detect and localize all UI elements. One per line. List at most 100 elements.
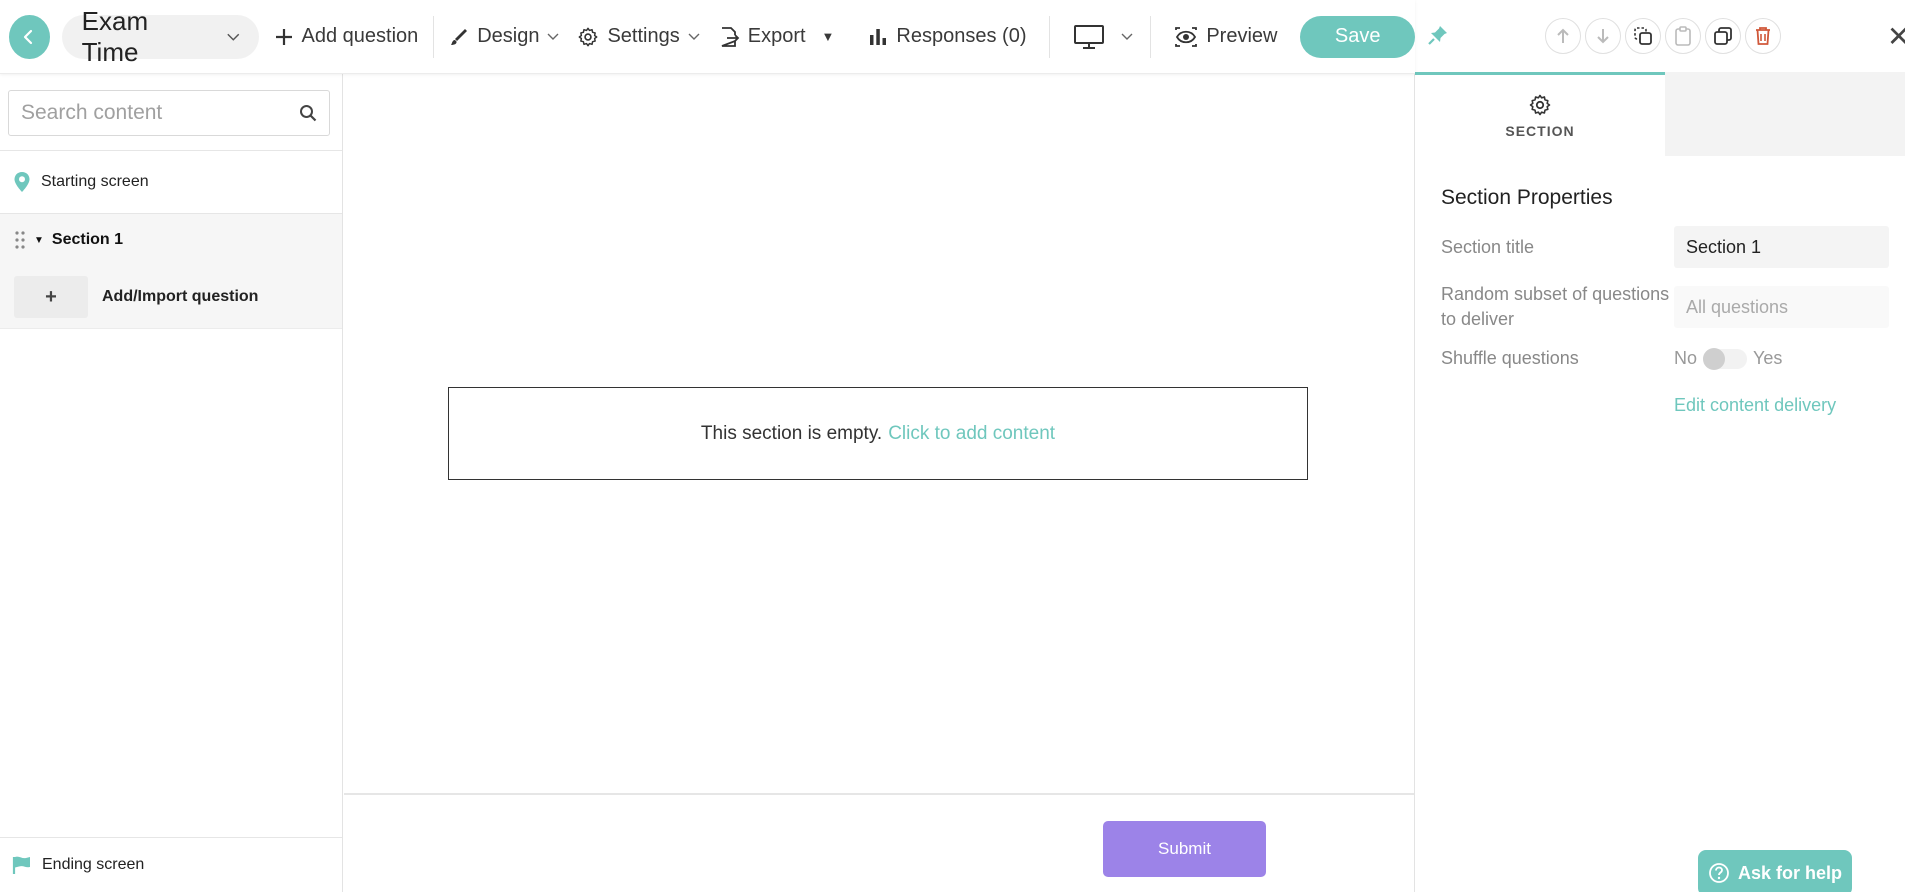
trash-icon: [1756, 27, 1770, 45]
back-button[interactable]: [9, 14, 50, 59]
gear-icon: [1529, 94, 1551, 115]
search-icon[interactable]: [299, 104, 317, 122]
design-label: Design: [477, 25, 540, 47]
delete-button[interactable]: [1745, 18, 1781, 54]
pin-icon[interactable]: [1427, 24, 1449, 46]
preview-label: Preview: [1206, 25, 1278, 47]
flag-icon: [12, 856, 30, 874]
toolbar-divider: [1049, 15, 1051, 58]
ending-screen-item[interactable]: Ending screen: [0, 837, 342, 892]
design-menu[interactable]: Design: [440, 15, 568, 59]
chevron-down-icon: [1121, 33, 1133, 40]
paste-button[interactable]: [1665, 18, 1701, 54]
move-down-button[interactable]: [1585, 18, 1621, 54]
chevron-down-icon: [547, 33, 559, 40]
search-container: [0, 74, 342, 151]
caret-down-icon: ▼: [821, 29, 835, 44]
panel-tabs: SECTION: [1415, 72, 1905, 156]
export-icon: [721, 26, 740, 47]
add-content-link[interactable]: Click to add content: [888, 423, 1055, 445]
chevron-down-icon: [688, 33, 700, 40]
shuffle-no-label: No: [1674, 348, 1698, 368]
empty-section-text: This section is empty.: [700, 422, 883, 444]
item-actions: [1545, 18, 1781, 54]
move-up-button[interactable]: [1545, 18, 1581, 54]
shuffle-label: Shuffle questions: [1441, 348, 1579, 368]
copy-button[interactable]: [1625, 18, 1661, 54]
preview-eye-icon: [1175, 26, 1198, 47]
section-block: ▼ Section 1 + Add/Import question: [0, 214, 342, 329]
responses-button[interactable]: Responses (0): [859, 15, 1035, 59]
settings-menu[interactable]: Settings: [568, 15, 708, 59]
add-import-question-button[interactable]: + Add/Import question: [0, 266, 342, 328]
starting-screen-label: Starting screen: [41, 173, 149, 190]
toolbar-divider: [433, 15, 435, 58]
random-subset-row: Random subset of questions to deliver: [1441, 282, 1905, 332]
form-title: Exam Time: [81, 5, 149, 67]
plus-icon: [275, 28, 292, 45]
random-subset-input[interactable]: [1674, 286, 1889, 328]
submit-button[interactable]: Submit: [1103, 821, 1266, 877]
section-properties: Section Properties Section title Random …: [1415, 156, 1905, 416]
duplicate-icon: [1714, 27, 1732, 45]
arrow-down-icon: [1597, 29, 1609, 44]
copy-dashed-icon: [1634, 27, 1652, 45]
add-import-label: Add/Import question: [102, 288, 259, 305]
shuffle-row: Shuffle questions No Yes: [1441, 346, 1905, 371]
tab-section[interactable]: SECTION: [1415, 72, 1665, 156]
ask-for-help-label: Ask for help: [1737, 862, 1843, 883]
search-input[interactable]: [21, 101, 299, 125]
properties-heading: Section Properties: [1441, 186, 1613, 209]
content-sidebar: Starting screen ▼ Section 1 + Add/Import…: [0, 74, 343, 892]
ask-for-help-button[interactable]: Ask for help: [1698, 850, 1852, 892]
section-title-row: Section title: [1441, 226, 1905, 268]
top-toolbar: Exam Time Add question Design Settings E…: [0, 0, 1415, 74]
bar-chart-icon: [870, 28, 887, 45]
editor-canvas: This section is empty. Click to add cont…: [344, 74, 1414, 892]
responses-label: Responses (0): [896, 25, 1027, 47]
chevron-down-icon: [227, 33, 240, 41]
shuffle-toggle[interactable]: [1703, 347, 1748, 370]
random-subset-label: Random subset of questions to deliver: [1441, 284, 1670, 329]
clipboard-icon: [1675, 26, 1691, 46]
save-button[interactable]: Save: [1300, 15, 1415, 58]
search-box: [8, 90, 330, 136]
brush-icon: [451, 28, 468, 45]
properties-panel: ✕ SECTION Section Properties Section tit…: [1414, 0, 1905, 892]
shuffle-toggle-group: No Yes: [1674, 347, 1783, 370]
plus-icon: +: [14, 276, 88, 318]
section-label: Section 1: [51, 231, 124, 248]
monitor-icon: [1074, 24, 1105, 49]
ending-screen-label: Ending screen: [42, 856, 145, 873]
panel-toolbar: ✕: [1415, 0, 1905, 72]
help-circle-icon: [1709, 863, 1729, 883]
preview-button[interactable]: Preview: [1165, 15, 1286, 59]
caret-down-icon[interactable]: ▼: [34, 235, 44, 246]
form-title-dropdown[interactable]: Exam Time: [61, 6, 259, 67]
device-view-menu[interactable]: [1064, 15, 1142, 59]
settings-label: Settings: [607, 25, 680, 47]
empty-section-box[interactable]: This section is empty. Click to add cont…: [448, 387, 1308, 480]
arrow-up-icon: [1557, 28, 1569, 43]
export-label: Export: [747, 25, 806, 47]
app-root: Exam Time Add question Design Settings E…: [0, 0, 1905, 892]
add-question-label: Add question: [301, 25, 419, 47]
close-icon: ✕: [1887, 21, 1905, 52]
close-panel-button[interactable]: ✕: [1887, 20, 1905, 53]
gear-icon: [579, 27, 598, 46]
canvas-footer: Submit: [344, 793, 1414, 892]
tab-section-label: SECTION: [1505, 122, 1575, 139]
toolbar-divider: [1150, 15, 1152, 58]
export-menu[interactable]: Export ▼: [709, 15, 844, 59]
drag-handle-icon[interactable]: [14, 230, 26, 250]
tab-placeholder: [1665, 72, 1905, 156]
duplicate-button[interactable]: [1705, 18, 1741, 54]
chevron-left-icon: [24, 29, 33, 44]
edit-content-delivery-link[interactable]: Edit content delivery: [1674, 395, 1905, 416]
section-title-label: Section title: [1441, 236, 1535, 257]
section-item[interactable]: ▼ Section 1: [0, 214, 342, 266]
shuffle-yes-label: Yes: [1753, 348, 1783, 368]
add-question-button[interactable]: Add question: [265, 15, 428, 59]
section-title-input[interactable]: [1674, 226, 1889, 268]
starting-screen-item[interactable]: Starting screen: [0, 151, 342, 214]
